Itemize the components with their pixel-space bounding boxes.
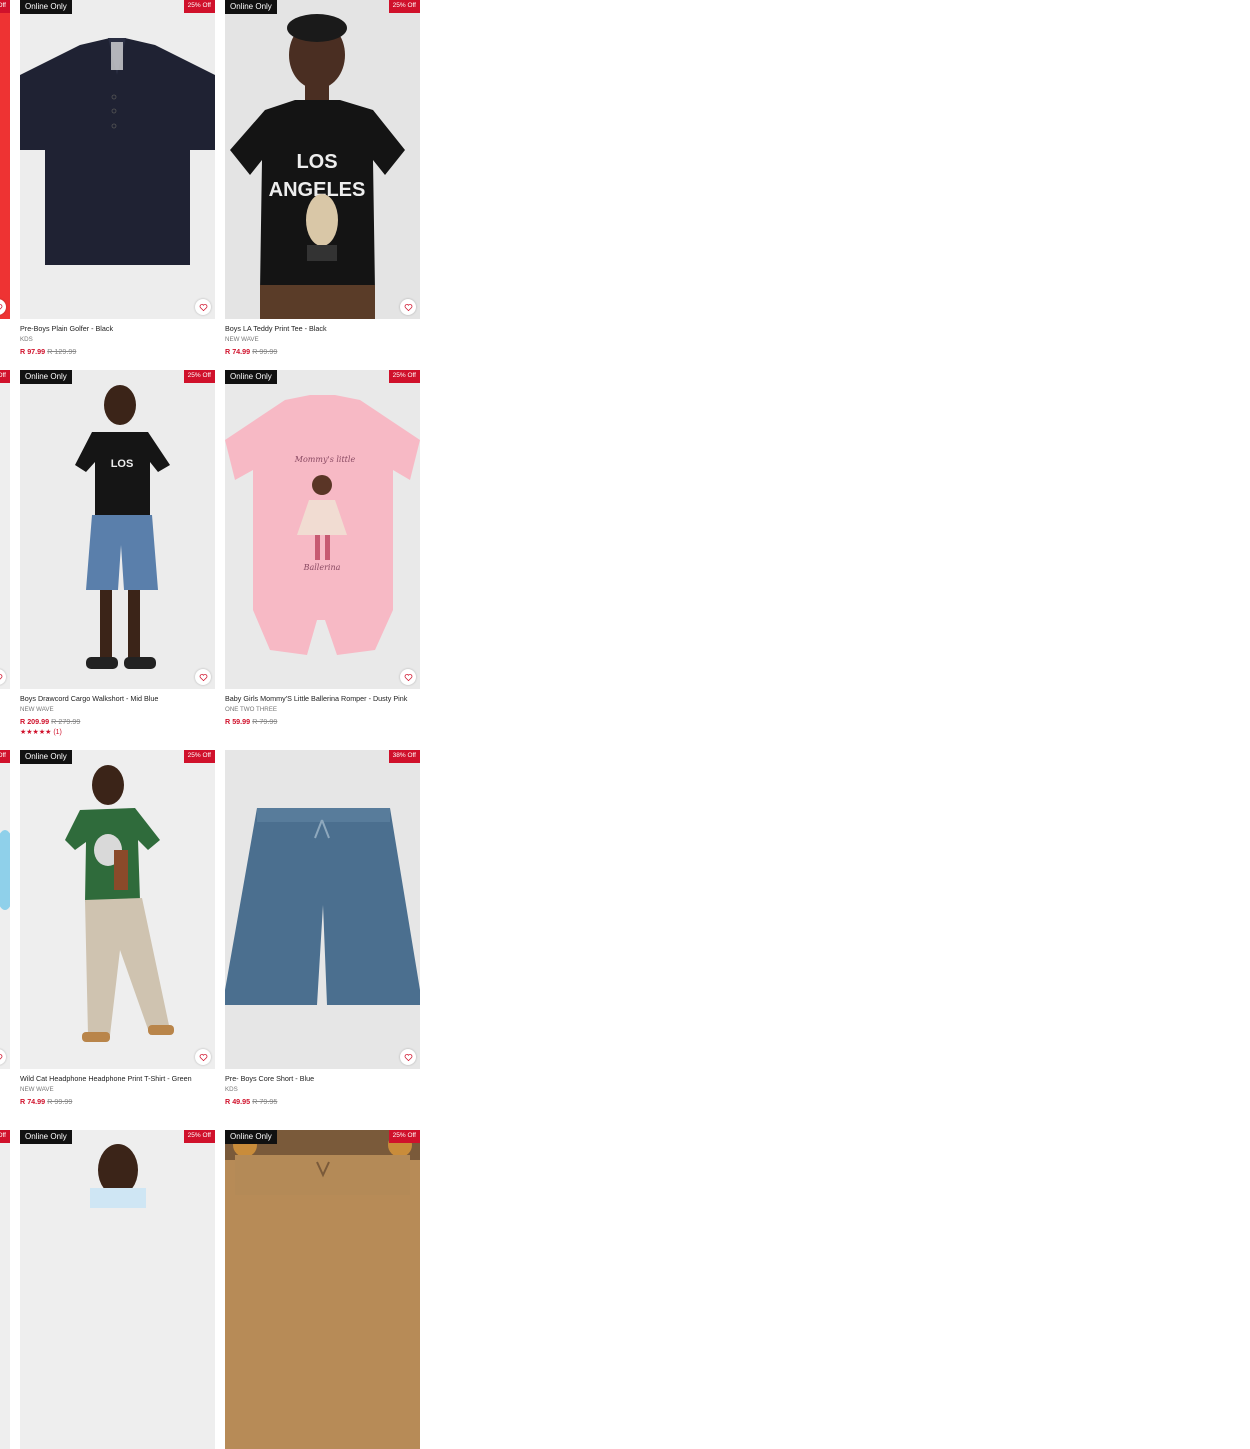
discount-badge: Off [0, 0, 10, 13]
product-price: R 74.99 R 99.99 [20, 1097, 215, 1106]
discount-badge: 25% Off [388, 1130, 420, 1143]
current-price: R 209.99 [20, 716, 50, 726]
product-price: R 209.99 R 279.99 [20, 717, 215, 726]
partial-product-card[interactable]: Off [0, 1130, 10, 1449]
product-price: R 59.99 R 79.99 [225, 717, 420, 726]
current-price: R 59.99 [225, 716, 251, 726]
partial-product-card[interactable]: Off [0, 370, 10, 689]
product-title[interactable]: Pre- Boys Core Short - Blue [225, 1074, 420, 1084]
wishlist-heart-icon[interactable] [400, 299, 416, 315]
product-card[interactable]: Online Only 25% Off [20, 1130, 215, 1449]
current-price: R 49.95 [225, 1096, 251, 1106]
product-price: R 97.99 R 129.99 [20, 347, 215, 356]
product-image[interactable]: Online Only 25% Off [20, 750, 215, 1069]
online-only-badge: Online Only [225, 1130, 277, 1144]
discount-badge: 25% Off [388, 370, 420, 383]
product-card[interactable]: 38% Off Pre- Boys Core Short - Blue KDS … [225, 750, 420, 1106]
discount-badge: 25% Off [183, 750, 215, 763]
product-brand: NEW WAVE [20, 1085, 54, 1093]
product-price: R 74.99 R 99.99 [225, 347, 420, 356]
current-price: R 74.99 [20, 1096, 46, 1106]
svg-text:LOS: LOS [111, 458, 134, 470]
discount-badge: 25% Off [183, 370, 215, 383]
product-card[interactable]: Online Only 25% Off Wild Cat Headphone H… [20, 750, 215, 1106]
product-image[interactable]: LOS ANGELES Online Only 25% Off [225, 0, 420, 319]
product-card[interactable]: Mommy's little Ballerina Online Only 25%… [225, 370, 420, 726]
product-brand: KDS [20, 335, 33, 343]
wishlist-heart-icon[interactable] [195, 299, 211, 315]
product-card[interactable]: LOS ANGELES Online Only 25% Off Boys LA … [225, 0, 420, 356]
current-price: R 97.99 [20, 346, 46, 356]
product-brand: ONE TWO THREE [225, 705, 278, 713]
wishlist-heart-icon[interactable] [0, 669, 6, 685]
online-only-badge: Online Only [20, 370, 72, 384]
online-only-badge: Online Only [20, 750, 72, 764]
online-only-badge: Online Only [225, 370, 277, 384]
star-rating[interactable]: ★★★★★ (1) [20, 728, 215, 736]
was-price: R 279.99 [51, 716, 81, 726]
product-image[interactable]: Online Only 25% Off [20, 1130, 215, 1449]
khaki-pants-partial-image [225, 1130, 420, 1195]
product-image[interactable]: Online Only 25% Off [20, 0, 215, 319]
svg-text:Mommy's little: Mommy's little [294, 455, 356, 464]
wishlist-heart-icon[interactable] [195, 1049, 211, 1065]
boy-green-tee-image [65, 765, 174, 1042]
blue-shorts-image [225, 808, 420, 1005]
discount-badge: 25% Off [388, 0, 420, 13]
was-price: R 99.99 [47, 1096, 73, 1106]
online-only-badge: Online Only [225, 0, 277, 14]
boy-partial-image [90, 1144, 146, 1208]
discount-badge: Off [0, 370, 10, 383]
product-image[interactable]: Mommy's little Ballerina Online Only 25%… [225, 370, 420, 689]
product-title[interactable]: Wild Cat Headphone Headphone Print T-Shi… [20, 1074, 215, 1084]
product-brand: NEW WAVE [225, 335, 259, 343]
product-card[interactable]: Online Only 25% Off Pre-Boys Plain Golfe… [20, 0, 215, 356]
discount-badge: 38% Off [388, 750, 420, 763]
product-card[interactable]: LOS Online Only 25% Off Boys Drawcord Ca… [20, 370, 215, 736]
online-only-badge: Online Only [20, 1130, 72, 1144]
product-title[interactable]: Boys Drawcord Cargo Walkshort - Mid Blue [20, 694, 215, 704]
navy-polo-shirt-image [20, 38, 215, 265]
discount-badge: Off [0, 750, 10, 763]
product-title[interactable]: Baby Girls Mommy'S Little Ballerina Romp… [225, 694, 420, 704]
product-image[interactable]: Online Only 25% Off [225, 1130, 420, 1449]
boy-denim-shorts-image: LOS [75, 385, 170, 669]
discount-badge: 25% Off [183, 1130, 215, 1143]
product-brand: NEW WAVE [20, 705, 54, 713]
online-only-badge: Online Only [20, 0, 72, 14]
was-price: R 129.99 [47, 346, 77, 356]
partial-product-card[interactable]: Off [0, 750, 10, 1069]
was-price: R 99.99 [252, 346, 278, 356]
product-price: R 49.95 R 79.95 [225, 1097, 420, 1106]
was-price: R 79.95 [252, 1096, 278, 1106]
pink-romper-image: Mommy's little Ballerina [225, 395, 420, 655]
product-title[interactable]: Pre-Boys Plain Golfer - Black [20, 324, 215, 334]
boy-black-tee-image: LOS ANGELES [230, 14, 405, 319]
product-title[interactable]: Boys LA Teddy Print Tee - Black [225, 324, 420, 334]
svg-text:LOS: LOS [296, 151, 337, 173]
partial-product-card[interactable]: Off [0, 0, 10, 319]
discount-badge: 25% Off [183, 0, 215, 13]
product-brand: KDS [225, 1085, 238, 1093]
current-price: R 74.99 [225, 346, 251, 356]
wishlist-heart-icon[interactable] [195, 669, 211, 685]
discount-badge: Off [0, 1130, 10, 1143]
wishlist-heart-icon[interactable] [400, 669, 416, 685]
product-image[interactable]: LOS Online Only 25% Off [20, 370, 215, 689]
was-price: R 79.99 [252, 716, 278, 726]
svg-text:Ballerina: Ballerina [303, 563, 341, 572]
wishlist-heart-icon[interactable] [0, 299, 6, 315]
product-card[interactable]: Online Only 25% Off [225, 1130, 420, 1449]
wishlist-heart-icon[interactable] [400, 1049, 416, 1065]
product-image[interactable]: 38% Off [225, 750, 420, 1069]
